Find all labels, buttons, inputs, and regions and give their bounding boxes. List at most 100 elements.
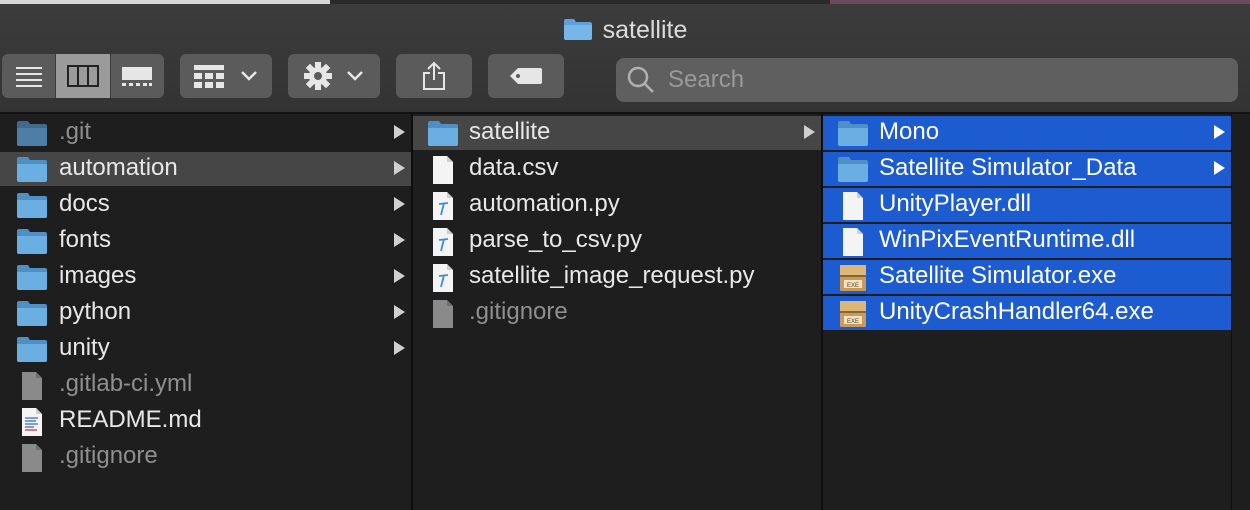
view-mode-control [2,54,164,98]
executable-icon: EXE [837,263,869,293]
item-label: images [59,262,137,289]
search-icon [627,66,654,93]
gear-icon [304,62,332,90]
item-label: .gitignore [469,298,568,325]
action-menu-button[interactable] [288,54,380,98]
chevron-down-icon [241,71,257,81]
column-view-button[interactable] [56,54,111,98]
file-row[interactable]: satellite_image_request.py [413,260,821,294]
item-label: fonts [59,226,112,253]
window-title-text: satellite [602,16,688,44]
item-label: .gitignore [59,442,158,469]
disclosure-arrow-icon [394,233,405,247]
folder-row[interactable]: unity [0,332,411,366]
share-icon [423,61,445,90]
document-icon [837,227,869,257]
file-row[interactable]: automation.py [413,188,821,222]
tag-icon [510,68,542,84]
share-button[interactable] [396,54,472,98]
file-row[interactable]: WinPixEventRuntime.dll [823,224,1231,258]
column-view-icon [66,65,99,87]
item-label: satellite_image_request.py [469,262,755,289]
svg-text:EXE: EXE [847,319,859,325]
list-view-button[interactable] [2,54,57,98]
folder-icon [16,191,48,221]
item-label: UnityCrashHandler64.exe [879,298,1154,325]
folder-row[interactable]: python [0,296,411,330]
browser-column-2: satellite data.csv automation.py parse_to_c… [413,114,823,510]
column-browser: .git automation docs fonts images python unity… [0,114,1250,510]
group-by-button[interactable] [180,54,272,98]
document-icon [16,371,48,401]
item-label: docs [59,190,110,217]
document-icon [427,155,459,185]
file-row[interactable]: README.md [0,404,411,438]
chevron-down-icon [347,71,363,81]
svg-text:EXE: EXE [847,283,859,289]
folder-row[interactable]: docs [0,188,411,222]
file-row[interactable]: EXE UnityCrashHandler64.exe [823,296,1231,330]
disclosure-arrow-icon [394,305,405,319]
item-label: UnityPlayer.dll [879,190,1032,217]
item-label: WinPixEventRuntime.dll [879,226,1136,253]
item-label: Mono [879,118,940,145]
folder-icon [16,263,48,293]
folder-icon [16,155,48,185]
window-title: satellite [0,16,1250,48]
item-label: automation [59,154,178,181]
folder-icon [563,17,593,48]
python-file-icon [427,191,459,221]
folder-row[interactable]: fonts [0,224,411,258]
folder-icon [16,299,48,329]
item-label: satellite [469,118,551,145]
grid-group-icon [194,65,224,88]
document-icon [16,443,48,473]
disclosure-arrow-icon [394,269,405,283]
file-row[interactable]: .gitignore [0,440,411,474]
disclosure-arrow-icon [394,125,405,139]
item-label: parse_to_csv.py [469,226,642,253]
file-row[interactable]: .gitlab-ci.yml [0,368,411,402]
folder-row[interactable]: Mono [823,116,1231,150]
executable-icon: EXE [837,299,869,329]
folder-icon [16,119,48,149]
item-label: unity [59,334,110,361]
item-label: data.csv [469,154,559,181]
item-label: python [59,298,132,325]
file-row[interactable]: data.csv [413,152,821,186]
file-row[interactable]: parse_to_csv.py [413,224,821,258]
folder-icon [837,155,869,185]
disclosure-arrow-icon [804,125,815,139]
folder-icon [427,119,459,149]
file-row[interactable]: .gitignore [413,296,821,330]
item-label: README.md [59,406,202,433]
folder-icon [837,119,869,149]
tags-button[interactable] [488,54,564,98]
item-label: Satellite Simulator.exe [879,262,1117,289]
disclosure-arrow-icon [394,161,405,175]
browser-column-4 [1232,114,1250,510]
file-row[interactable]: UnityPlayer.dll [823,188,1231,222]
browser-column-3: Mono Satellite Simulator_Data UnityPlayer.… [823,114,1232,510]
folder-row[interactable]: satellite [413,116,821,150]
gallery-view-button[interactable] [111,54,164,98]
item-label: automation.py [469,190,620,217]
disclosure-arrow-icon [394,341,405,355]
search-input[interactable] [666,65,1230,95]
text-document-icon [16,407,48,437]
python-file-icon [427,263,459,293]
search-field[interactable] [616,58,1238,102]
folder-row[interactable]: automation [0,152,411,186]
file-row[interactable]: EXE Satellite Simulator.exe [823,260,1231,294]
finder-toolbar: satellite [0,4,1250,114]
item-label: .git [59,118,92,145]
folder-icon [16,227,48,257]
folder-icon [16,335,48,365]
folder-row[interactable]: Satellite Simulator_Data [823,152,1231,186]
disclosure-arrow-icon [1214,125,1225,139]
list-view-icon [15,67,42,87]
folder-row[interactable]: images [0,260,411,294]
folder-row[interactable]: .git [0,116,411,150]
browser-column-1: .git automation docs fonts images python unity… [0,114,413,510]
disclosure-arrow-icon [1214,161,1225,175]
